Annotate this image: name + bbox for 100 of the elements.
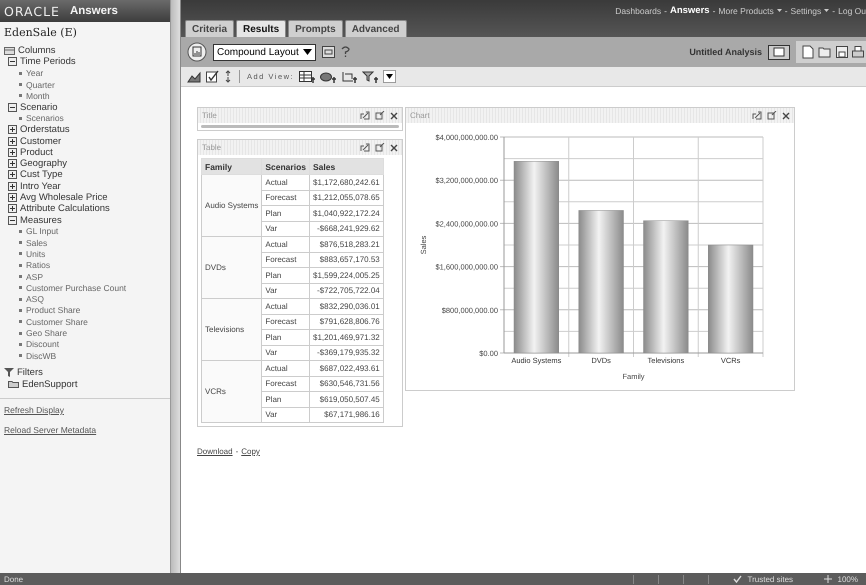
save-icon[interactable] bbox=[836, 46, 848, 58]
close-icon[interactable] bbox=[390, 112, 398, 120]
table-cell: $1,201,469,971.32 bbox=[310, 330, 384, 345]
tab[interactable]: Advanced bbox=[344, 20, 406, 37]
rename-icon[interactable] bbox=[375, 111, 385, 120]
zoom-icon[interactable] bbox=[824, 575, 832, 583]
caret-icon[interactable] bbox=[776, 9, 782, 12]
expand-icon[interactable] bbox=[8, 125, 17, 134]
table-cell: $630,546,731.56 bbox=[310, 376, 384, 392]
edit-icon[interactable] bbox=[360, 143, 370, 152]
layout-dropdown[interactable]: Compound Layout bbox=[213, 44, 316, 60]
expand-icon[interactable] bbox=[8, 148, 17, 157]
nav-link[interactable]: Settings bbox=[790, 6, 822, 16]
expand-icon[interactable] bbox=[8, 136, 17, 146]
expand-icon[interactable] bbox=[8, 182, 17, 191]
funnel-icon bbox=[4, 368, 14, 378]
collapse-icon[interactable] bbox=[8, 57, 17, 66]
folder-item[interactable]: Orderstatus bbox=[20, 124, 70, 136]
expand-icon[interactable] bbox=[8, 170, 17, 180]
column-item[interactable]: ASP bbox=[26, 272, 44, 282]
folder-item[interactable]: Attribute Calculations bbox=[20, 203, 110, 214]
nav-link[interactable]: Answers bbox=[670, 5, 710, 16]
column-item[interactable]: Scenarios bbox=[26, 113, 64, 124]
folder-item[interactable]: Time Periods bbox=[20, 56, 76, 68]
sidebar-link[interactable]: Reload Server Metadata bbox=[4, 424, 168, 435]
expand-icon[interactable] bbox=[8, 159, 17, 168]
folder-item[interactable]: Intro Year bbox=[20, 180, 61, 192]
expand-icon[interactable] bbox=[8, 193, 17, 202]
folder-item[interactable]: Cust Type bbox=[20, 169, 63, 180]
column-item[interactable]: Ratios bbox=[26, 260, 50, 270]
layout-icon[interactable] bbox=[187, 42, 207, 62]
edit-icon[interactable] bbox=[360, 111, 370, 120]
properties-icon[interactable] bbox=[322, 46, 335, 58]
table-icon[interactable] bbox=[299, 70, 316, 82]
collapse-icon[interactable] bbox=[8, 216, 17, 225]
dropdown-icon[interactable] bbox=[383, 70, 396, 83]
table-cell: $1,040,922,172.24 bbox=[310, 206, 384, 221]
result-link[interactable]: Copy bbox=[241, 447, 260, 456]
filter-view-icon[interactable] bbox=[362, 70, 378, 82]
nav-link[interactable]: Dashboards bbox=[615, 6, 662, 16]
table-cell: Forecast bbox=[262, 252, 310, 268]
rename-icon[interactable] bbox=[767, 111, 777, 120]
close-icon[interactable] bbox=[782, 112, 790, 120]
refresh-icon[interactable] bbox=[224, 70, 232, 83]
folder-item[interactable]: Avg Wholesale Price bbox=[20, 192, 108, 203]
column-item[interactable]: Customer Share bbox=[26, 316, 88, 327]
folder-item[interactable]: Measures bbox=[20, 214, 62, 226]
table-cell: Plan bbox=[262, 330, 310, 345]
print-icon[interactable] bbox=[852, 46, 864, 58]
new-icon[interactable] bbox=[802, 45, 814, 59]
pivot-icon[interactable] bbox=[341, 70, 358, 82]
display-icon[interactable] bbox=[768, 44, 790, 60]
zoom-level[interactable]: 100% bbox=[838, 574, 858, 584]
panel-title: Chart bbox=[410, 111, 431, 120]
check-icon bbox=[732, 575, 742, 583]
scrollbar[interactable] bbox=[171, 0, 181, 573]
table-cell: -$668,241,929.62 bbox=[310, 221, 384, 236]
close-icon[interactable] bbox=[390, 144, 398, 152]
column-item[interactable]: Discount bbox=[26, 339, 60, 350]
filter-item[interactable]: EdenSupport bbox=[22, 378, 78, 390]
column-item[interactable]: Year bbox=[26, 68, 44, 78]
table-cell: Plan bbox=[262, 268, 310, 283]
tab[interactable]: Results bbox=[236, 20, 286, 37]
expand-icon[interactable] bbox=[8, 204, 17, 214]
column-item[interactable]: GL Input bbox=[26, 226, 58, 236]
column-item[interactable]: Units bbox=[26, 248, 46, 259]
column-item[interactable]: Sales bbox=[26, 238, 48, 248]
edit-icon[interactable] bbox=[752, 111, 762, 120]
folder-item[interactable]: Product bbox=[20, 146, 53, 158]
tab[interactable]: Prompts bbox=[288, 20, 343, 37]
nav-link[interactable]: More Products bbox=[718, 6, 774, 16]
table-cell: DVDs bbox=[202, 236, 262, 298]
rename-icon[interactable] bbox=[375, 143, 385, 152]
folder-item[interactable]: Geography bbox=[20, 158, 68, 170]
sidebar-link[interactable]: Refresh Display bbox=[4, 404, 168, 415]
bullet-icon bbox=[19, 230, 22, 233]
filters-label: Filters bbox=[17, 367, 43, 378]
column-item[interactable]: Geo Share bbox=[26, 328, 68, 338]
chart-view-icon[interactable] bbox=[320, 70, 336, 82]
folder-item[interactable]: Customer bbox=[20, 136, 62, 147]
collapse-icon[interactable] bbox=[8, 102, 17, 112]
open-icon[interactable] bbox=[818, 46, 832, 58]
column-item[interactable]: ASQ bbox=[26, 294, 44, 304]
tab[interactable]: Criteria bbox=[185, 20, 234, 37]
column-item[interactable]: Quarter bbox=[26, 80, 55, 90]
column-item[interactable]: DiscWB bbox=[26, 350, 56, 361]
caret-icon[interactable] bbox=[824, 9, 830, 12]
result-link[interactable]: Download bbox=[197, 447, 233, 456]
column-item[interactable]: Customer Purchase Count bbox=[26, 282, 126, 293]
column-item[interactable]: Product Share bbox=[26, 305, 80, 316]
folder-item[interactable]: Scenario bbox=[20, 102, 58, 113]
check-box-icon[interactable] bbox=[206, 70, 219, 83]
bullet-icon bbox=[19, 264, 22, 267]
table-cell: $791,628,806.76 bbox=[310, 314, 384, 330]
nav-link[interactable]: Log Ou bbox=[838, 6, 866, 16]
help-icon[interactable] bbox=[340, 46, 350, 58]
column-item[interactable]: Month bbox=[26, 90, 50, 101]
table-cell: -$722,705,722.04 bbox=[310, 283, 384, 298]
subject-area-title: EdenSale (E) bbox=[4, 26, 78, 39]
chart-edit-icon[interactable] bbox=[187, 70, 201, 82]
